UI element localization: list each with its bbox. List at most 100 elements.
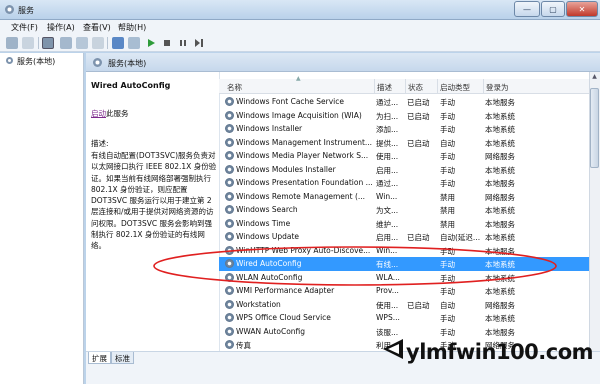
service-logon: 本地服务	[485, 98, 515, 107]
start-service-suffix: 此服务	[106, 109, 129, 118]
service-gear-icon	[225, 326, 234, 336]
watermark-text: ylmfwin100.com	[406, 340, 594, 364]
column-divider[interactable]	[437, 79, 438, 94]
service-status: 已启动	[407, 233, 430, 242]
back-icon[interactable]	[6, 37, 18, 49]
service-logon: 本地服务	[485, 219, 515, 229]
table-row[interactable]: Windows Search 为文... 禁用 本地系统	[219, 203, 589, 217]
column-divider[interactable]	[405, 79, 406, 94]
table-row[interactable]: Windows Image Acquisition (WIA) 为扫... 已启动手…	[219, 109, 589, 123]
column-header-status[interactable]: 状态	[408, 82, 423, 93]
service-gear-icon	[225, 218, 234, 228]
menu-help[interactable]: 帮助(H)	[118, 22, 146, 33]
minimize-button[interactable]: —	[514, 1, 540, 17]
refresh-icon[interactable]	[76, 37, 88, 49]
service-logon: 网络服务	[485, 192, 515, 202]
service-startup-type: 手动	[440, 327, 455, 337]
service-desc: 维护...	[376, 219, 399, 229]
service-desc: 添加...	[376, 125, 399, 134]
service-gear-icon	[225, 313, 234, 322]
service-name: Windows Update	[236, 232, 300, 241]
service-startup-type: 自动	[440, 300, 455, 310]
menu-file[interactable]: 文件(F)	[11, 22, 38, 33]
scroll-up-icon[interactable]: ▲	[590, 73, 599, 85]
window-title: 服务	[18, 6, 34, 15]
tree-item-label: 服务(本地)	[17, 57, 56, 66]
start-service-link[interactable]: 启动	[91, 109, 106, 118]
service-startup-type: 手动	[440, 98, 455, 107]
toolbar-separator	[38, 37, 39, 49]
table-row[interactable]: WWAN AutoConfig 该服... 手动 本地服务	[219, 325, 589, 339]
service-status: 已启动	[407, 300, 430, 310]
service-startup-type: 禁用	[440, 192, 455, 202]
service-desc: 通过...	[376, 98, 399, 107]
pane-header	[86, 53, 600, 72]
service-title: Wired AutoConfig	[91, 81, 171, 90]
service-gear-icon	[225, 232, 234, 241]
maximize-button[interactable]: ▢	[541, 1, 565, 17]
table-row[interactable]: Windows Remote Management (... Win... 禁用 网络…	[219, 190, 589, 204]
service-name: Windows Time	[236, 218, 291, 228]
service-name: WPS Office Cloud Service	[236, 313, 331, 322]
service-name: Windows Media Player Network S...	[236, 151, 369, 160]
service-startup-type: 自动(延迟...	[440, 233, 481, 242]
watermark-logo-icon	[383, 339, 403, 359]
service-gear-icon	[225, 97, 234, 106]
table-row[interactable]: Windows Installer 添加... 手动 本地系统	[219, 122, 589, 136]
column-divider[interactable]	[483, 79, 484, 94]
table-row[interactable]: Windows Modules Installer 启用... 手动 本地系统	[219, 163, 589, 177]
table-row[interactable]: Windows Presentation Foundation ... 通过...…	[219, 176, 589, 190]
menu-action[interactable]: 操作(A)	[47, 22, 75, 33]
column-header-description[interactable]: 描述	[377, 82, 392, 93]
service-startup-type: 手动	[440, 152, 455, 161]
table-row[interactable]: Workstation 使用... 已启动 自动 网络服务	[219, 298, 589, 312]
service-logon: 本地系统	[485, 138, 515, 148]
tab-extended[interactable]: 扩展	[88, 352, 111, 364]
table-row[interactable]: WPS Office Cloud Service WPS... 手动 本地系统	[219, 311, 589, 325]
show-tree-icon[interactable]	[42, 37, 54, 49]
restart-icon[interactable]	[194, 38, 204, 50]
description-label: 描述:	[91, 139, 109, 148]
service-logon: 本地系统	[485, 233, 515, 242]
service-startup-type: 手动	[440, 314, 455, 323]
service-name: Windows Presentation Foundation ...	[236, 178, 373, 187]
tab-standard[interactable]: 标准	[111, 352, 134, 364]
table-row[interactable]: Windows Font Cache Service 通过... 已启动 手动 本地服务	[219, 95, 589, 109]
service-startup-type: 自动	[440, 138, 455, 148]
table-row[interactable]: Windows Update 启用... 已启动 自动(延迟... 本地系统	[219, 230, 589, 244]
column-header-startup-type[interactable]: 启动类型	[440, 82, 470, 93]
stop-icon[interactable]	[162, 38, 172, 50]
scrollbar-thumb[interactable]	[590, 88, 599, 168]
column-header-logon[interactable]: 登录为	[486, 82, 509, 93]
service-desc: 为扫...	[376, 111, 399, 121]
service-desc: 该服...	[376, 327, 399, 337]
table-row[interactable]: Windows Media Player Network S... 使用... 手动…	[219, 149, 589, 163]
close-button[interactable]: ✕	[566, 1, 598, 17]
table-row[interactable]: Windows Management Instrument... 提供... 已启动…	[219, 136, 589, 150]
export-icon[interactable]	[92, 37, 104, 49]
service-logon: 本地系统	[485, 314, 515, 323]
service-gear-icon	[225, 164, 234, 174]
sort-arrow-icon: ▲	[296, 75, 301, 82]
table-row[interactable]: Windows Time 维护... 禁用 本地服务	[219, 217, 589, 231]
forward-icon[interactable]	[22, 37, 34, 49]
properties-icon[interactable]	[60, 37, 72, 49]
service-status: 已启动	[407, 98, 430, 107]
service-desc: WPS...	[376, 313, 400, 322]
services-icon	[5, 56, 14, 67]
service-description: 有线自动配置(DOT3SVC)服务负责对以太网接口执行 IEEE 802.1X …	[91, 151, 217, 251]
service-gear-icon	[225, 124, 234, 133]
service-name: Windows Search	[236, 205, 298, 214]
help-icon[interactable]	[112, 37, 124, 49]
pause-icon[interactable]	[178, 38, 188, 50]
service-status: 已启动	[407, 138, 430, 148]
console-icon[interactable]	[128, 37, 140, 49]
service-startup-type: 禁用	[440, 206, 455, 215]
column-divider[interactable]	[374, 79, 375, 94]
play-icon[interactable]	[146, 38, 156, 50]
service-logon: 本地系统	[485, 111, 515, 121]
column-header-name[interactable]: 名称	[227, 82, 242, 93]
tree-item-services-local[interactable]: 服务(本地)	[5, 56, 55, 67]
service-name: Windows Installer	[236, 124, 303, 133]
menu-view[interactable]: 查看(V)	[83, 22, 111, 33]
